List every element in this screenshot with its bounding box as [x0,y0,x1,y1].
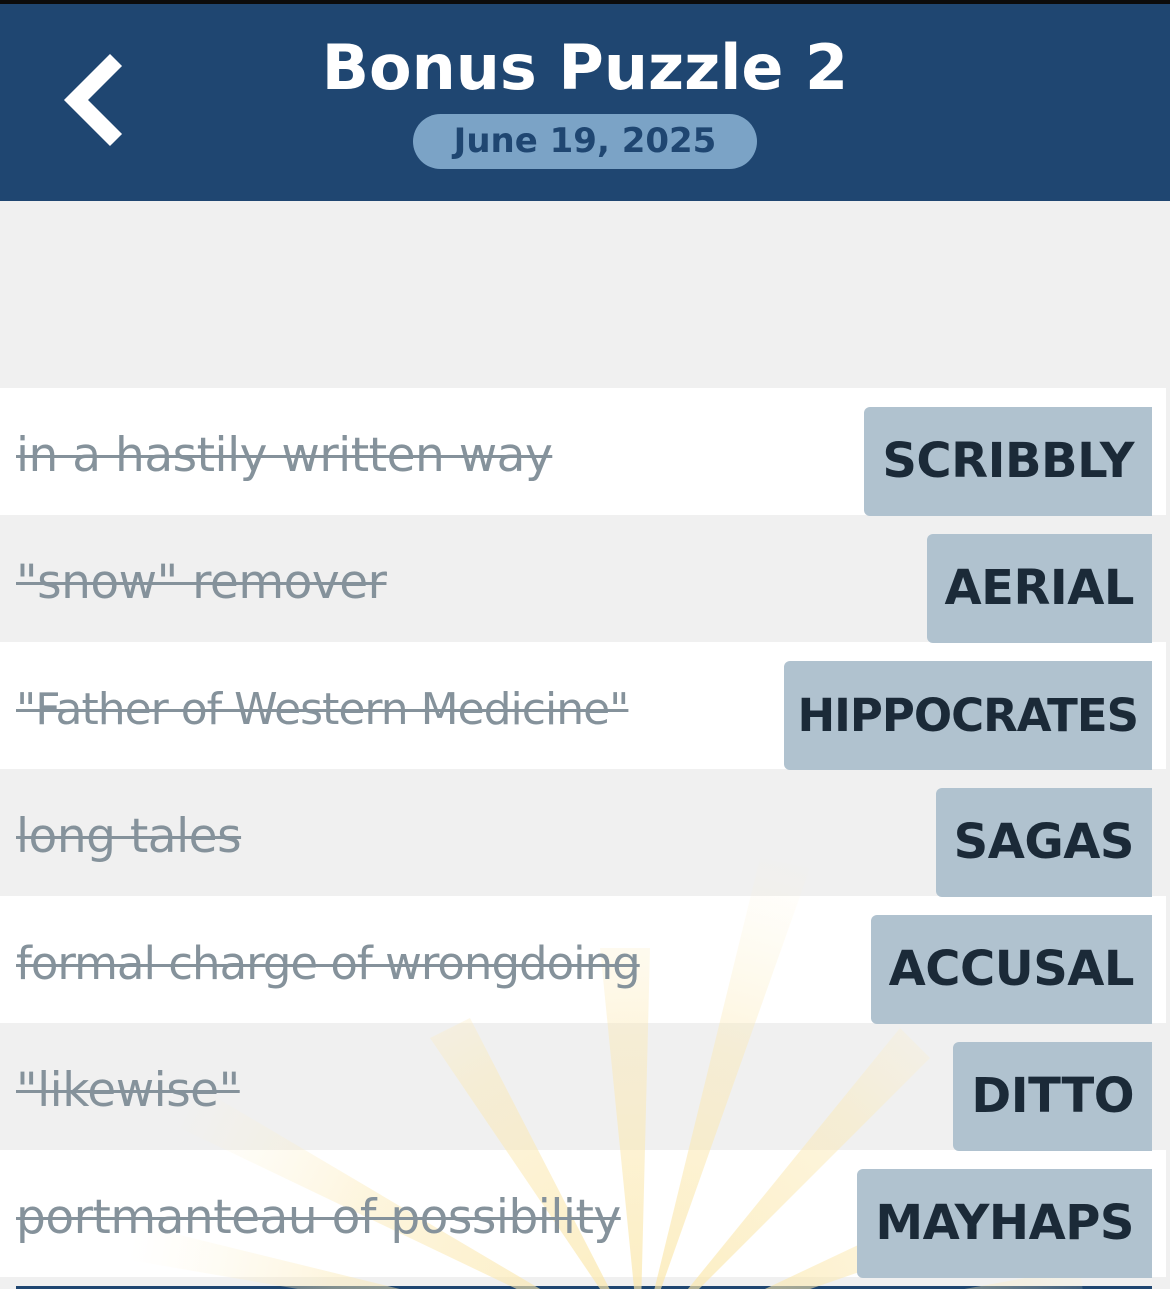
date-badge: June 19, 2025 [413,114,757,169]
header-bar: Bonus Puzzle 2 June 19, 2025 [0,4,1170,201]
list-item: long tales SAGAS [0,769,1166,897]
clue-text: "likewise" [16,1063,240,1118]
answer-tile[interactable]: HIPPOCRATES [783,661,1152,770]
clue-text: portmanteau of possibility [16,1190,621,1245]
list-item: "likewise" DITTO [0,1023,1166,1151]
answer-tile[interactable]: SAGAS [935,788,1152,897]
list-item: formal charge of wrongdoing ACCUSAL [0,896,1166,1024]
list-item: in a hastily written way SCRIBBLY [0,388,1166,516]
list-item: "snow" remover AERIAL [0,515,1166,643]
answer-tile[interactable]: DITTO [953,1042,1152,1151]
clue-text: long tales [16,809,242,864]
clue-text: formal charge of wrongdoing [16,937,641,990]
empty-area [0,201,1170,388]
clue-text: "snow" remover [16,555,387,610]
answer-tile[interactable]: SCRIBBLY [864,407,1152,516]
list-item: portmanteau of possibility MAYHAPS [0,1150,1166,1278]
page-title: Bonus Puzzle 2 [321,31,849,104]
clue-text: "Father of Western Medicine" [16,684,629,735]
clue-list: in a hastily written way SCRIBBLY "snow"… [0,388,1170,1289]
answer-tile[interactable]: AERIAL [926,534,1152,643]
clue-text: in a hastily written way [16,428,553,483]
answer-tile[interactable]: ACCUSAL [870,915,1152,1024]
list-item: "Father of Western Medicine" HIPPOCRATES [0,642,1166,770]
answer-tile[interactable]: MAYHAPS [857,1169,1152,1278]
